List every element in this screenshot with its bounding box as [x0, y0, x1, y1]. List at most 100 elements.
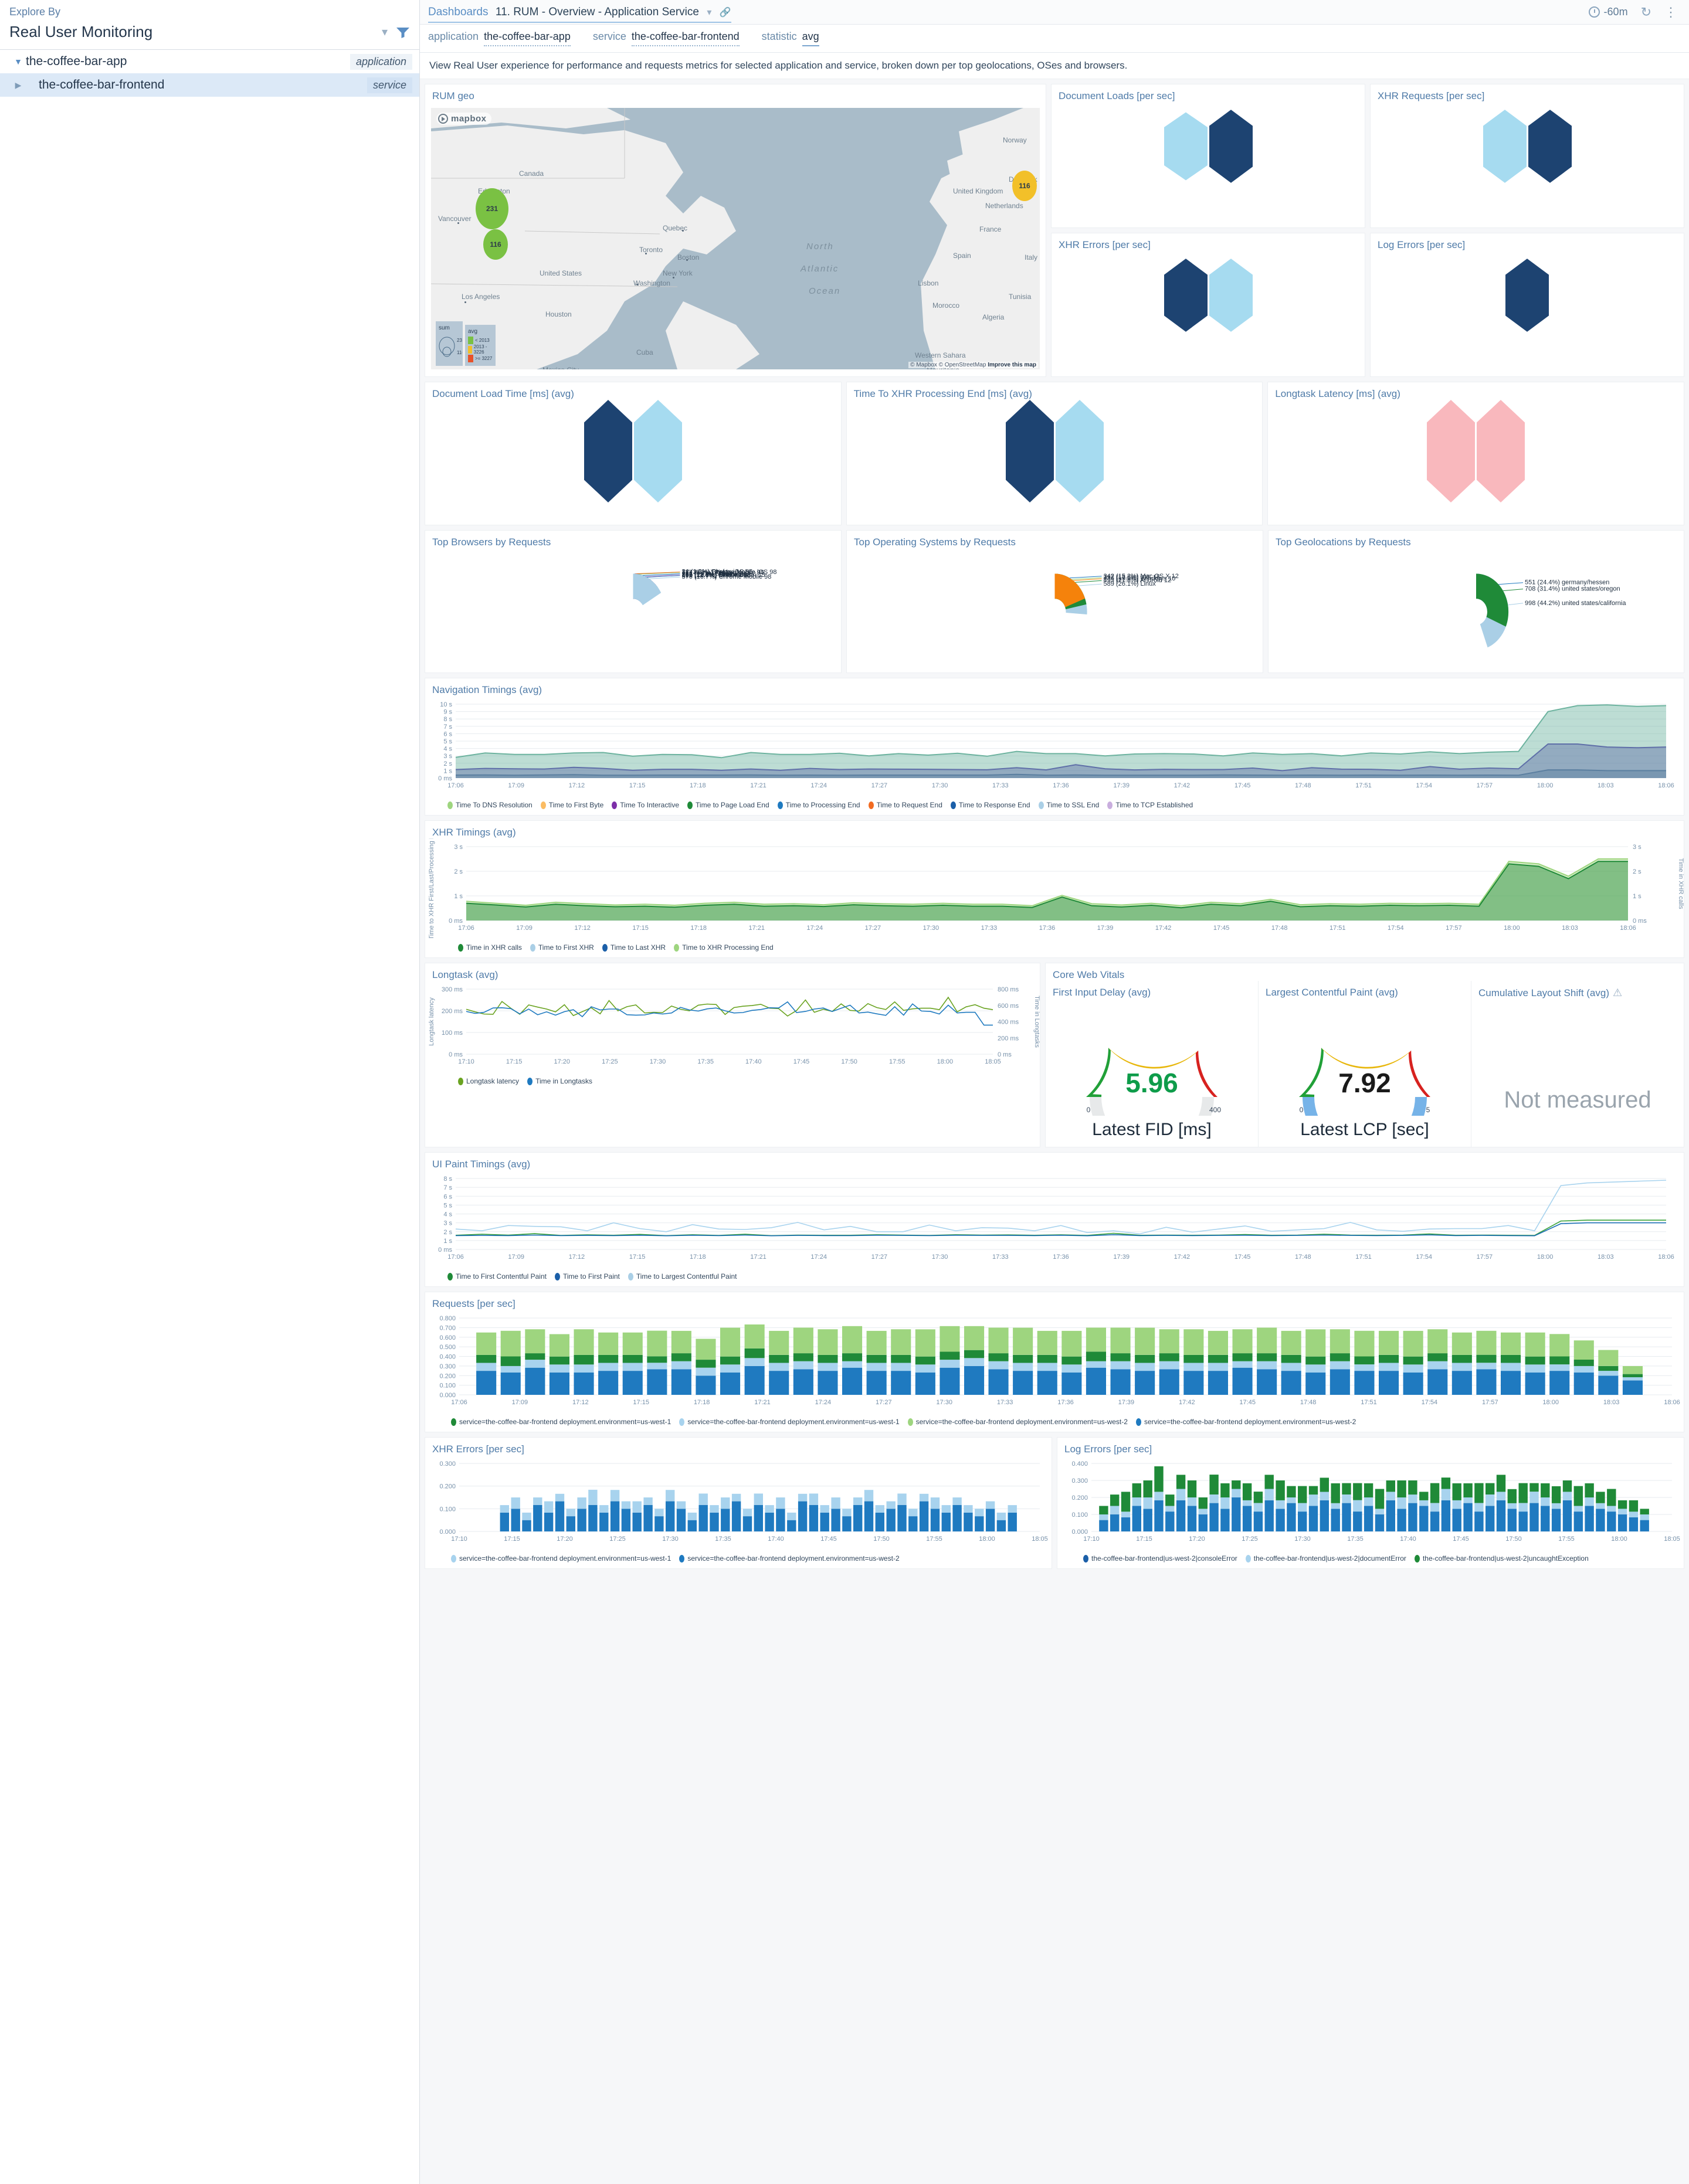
hexagon-group	[1052, 102, 1365, 190]
map-bubble[interactable]: 116	[483, 229, 508, 260]
svg-text:0.000: 0.000	[439, 1529, 456, 1536]
legend-item[interactable]: Time in XHR calls	[458, 943, 522, 952]
svg-text:17:55: 17:55	[1558, 1536, 1575, 1543]
map-bubble[interactable]: 116	[1012, 170, 1037, 202]
gauge-1[interactable]: Largest Contentful Paint (avg) 0 5 7.92 Late…	[1259, 981, 1471, 1159]
chart-plot[interactable]: 0.800 0.700 0.600 0.500 0.400 0.300 0.200 0.100…	[425, 1310, 1684, 1412]
link-icon[interactable]: 🔗	[720, 8, 731, 18]
chart-plot[interactable]: 300 ms 200 ms 100 ms 0 ms 800 ms 600 ms 400 ms…	[425, 981, 1040, 1072]
chevron-down-icon[interactable]: ▾	[374, 25, 396, 39]
requests-card[interactable]: Requests [per sec] 0.800 0.700 0.600 0.500 0.…	[425, 1292, 1684, 1432]
legend-item[interactable]: the-coffee-bar-frontend|us-west-2|docume…	[1245, 1554, 1406, 1563]
ui-paint-timings-card[interactable]: UI Paint Timings (avg) 8 s7 s 6 s 5 s 4 s 3 s…	[425, 1152, 1684, 1287]
legend-item[interactable]: Time to First XHR	[530, 943, 594, 952]
legend-item[interactable]: service=the-coffee-bar-frontend deployme…	[907, 1418, 1128, 1426]
legend-item[interactable]: Time to Last XHR	[602, 943, 666, 952]
legend-item[interactable]: Time to First Byte	[540, 801, 603, 809]
legend-item[interactable]: Longtask latency	[458, 1077, 519, 1085]
longtask-card[interactable]: Longtask (avg) 300 ms 200 ms 100 ms 0 ms 800 …	[425, 963, 1040, 1147]
legend-item[interactable]: Time to Processing End	[777, 801, 860, 809]
chart-plot[interactable]: 10 s9 s8 s7 s6 s5 s4 s3 s2 s1 s0 ms17:06…	[425, 696, 1684, 796]
legend-item[interactable]: Time to Response End	[950, 801, 1030, 809]
legend-item[interactable]: the-coffee-bar-frontend|us-west-2|uncaug…	[1414, 1554, 1589, 1563]
chevron-down-icon[interactable]: ▾	[707, 8, 711, 18]
document-loads-tile[interactable]: Document Loads [per sec]	[1051, 84, 1365, 228]
entity-selector[interactable]: Real User Monitoring ▾	[0, 21, 419, 49]
log-errors-card[interactable]: Log Errors [per sec] 0.400 0.300 0.200 0.100…	[1057, 1437, 1684, 1569]
legend-item[interactable]: Time to Request End	[868, 801, 942, 809]
funnel-icon[interactable]	[396, 26, 410, 38]
filter-application[interactable]: application the-coffee-bar-app	[428, 30, 571, 46]
svg-text:17:21: 17:21	[748, 925, 765, 932]
caret-right-icon[interactable]: ▶	[11, 80, 26, 90]
donut-chart[interactable]: 313 (13.9%) Chrome 93267 (11.8%) Firefox…	[425, 548, 841, 668]
top-os-card[interactable]: Top Operating Systems by Requests 342 (15…	[846, 530, 1263, 673]
xhr-requests-tile[interactable]: XHR Requests [per sec]	[1370, 84, 1684, 228]
legend-item[interactable]: service=the-coffee-bar-frontend deployme…	[679, 1554, 900, 1563]
legend-item[interactable]: Time to Largest Contentful Paint	[628, 1272, 737, 1280]
chart-plot[interactable]: 8 s7 s 6 s 5 s 4 s 3 s 2 s 1 s0 ms17:06 17:09 17…	[425, 1170, 1684, 1267]
legend-item[interactable]: Time to TCP Established	[1107, 801, 1193, 809]
breadcrumb[interactable]: Dashboards	[428, 6, 488, 18]
filter-statistic[interactable]: statistic avg	[762, 30, 819, 46]
gauge-0[interactable]: First Input Delay (avg) 0 400 5.96 Latest FI…	[1046, 981, 1259, 1159]
hexagon-group	[847, 400, 1263, 502]
legend-item[interactable]: service=the-coffee-bar-frontend deployme…	[451, 1554, 671, 1563]
legend-item[interactable]: Time in Longtasks	[527, 1077, 592, 1085]
gauge-2[interactable]: Cumulative Layout Shift (avg) ⚠ Not measur…	[1471, 981, 1684, 1147]
legend-item[interactable]: Time To Interactive	[612, 801, 679, 809]
xhr-errors-card[interactable]: XHR Errors [per sec] 0.300 0.200 0.100 0.000…	[425, 1437, 1052, 1569]
xhr-errors-tile[interactable]: XHR Errors [per sec]	[1051, 233, 1365, 377]
svg-text:300 ms: 300 ms	[442, 986, 463, 993]
svg-text:17:45: 17:45	[1453, 1536, 1469, 1543]
tree-item-the-coffee-bar-app[interactable]: ▼ the-coffee-bar-app application	[0, 50, 419, 73]
legend-item[interactable]: the-coffee-bar-frontend|us-west-2|consol…	[1083, 1554, 1237, 1563]
filter-value[interactable]: the-coffee-bar-app	[484, 30, 571, 46]
xhr-processing-end-tile[interactable]: Time To XHR Processing End [ms] (avg)	[846, 382, 1263, 525]
map-city-dot	[686, 259, 688, 261]
chart-title: Top Browsers by Requests	[432, 536, 551, 548]
chart-plot[interactable]: 0.400 0.300 0.200 0.100 0.00017:10 17:15 17:20…	[1057, 1455, 1684, 1549]
legend-item[interactable]: service=the-coffee-bar-frontend deployme…	[451, 1418, 671, 1426]
navigation-timings-card[interactable]: Navigation Timings (avg) 10 s9 s8 s7 s6 s…	[425, 678, 1684, 816]
filter-value[interactable]: the-coffee-bar-frontend	[631, 30, 740, 46]
legend-swatch	[527, 1077, 533, 1085]
top-browsers-card[interactable]: Top Browsers by Requests 313 (13.9%) Chro…	[425, 530, 842, 673]
time-range-selector[interactable]: -60m	[1588, 6, 1628, 18]
legend-item[interactable]: Time to XHR Processing End	[674, 943, 774, 952]
legend-swatch	[602, 943, 608, 952]
legend-item: < 2013	[468, 337, 493, 344]
refresh-icon[interactable]: ↻	[1641, 5, 1651, 20]
svg-text:400 ms: 400 ms	[998, 1019, 1019, 1026]
svg-text:17:30: 17:30	[662, 1536, 679, 1543]
legend-item[interactable]: Time To DNS Resolution	[447, 801, 533, 809]
legend-item[interactable]: Time to First Contentful Paint	[447, 1272, 547, 1280]
filter-service[interactable]: service the-coffee-bar-frontend	[593, 30, 740, 46]
xhr-timings-card[interactable]: XHR Timings (avg) 3 s 2 s 1 s 0 ms 3 s 2 s 1 s 0…	[425, 820, 1684, 958]
donut-chart[interactable]: 551 (24.4%) germany/hessen998 (44.2%) un…	[1269, 548, 1684, 668]
log-errors-tile[interactable]: Log Errors [per sec]	[1370, 233, 1684, 377]
tree-item-the-coffee-bar-frontend[interactable]: ▶ the-coffee-bar-frontend service	[0, 73, 419, 97]
legend-item[interactable]: Time to SSL End	[1038, 801, 1099, 809]
kebab-menu-icon[interactable]: ⋮	[1664, 5, 1677, 18]
geo-map[interactable]: mapboxCanadaEdmontonCalgaryVancouverQueb…	[431, 108, 1040, 369]
svg-text:4 s: 4 s	[443, 1211, 452, 1218]
filter-key: application	[428, 30, 479, 42]
donut-chart[interactable]: 342 (15.2%) Mac OS X 12589 (26.1%) Linux…	[847, 548, 1263, 668]
longtask-latency-tile[interactable]: Longtask Latency [ms] (avg)	[1267, 382, 1685, 525]
document-load-time-tile[interactable]: Document Load Time [ms] (avg)	[425, 382, 842, 525]
svg-text:17:40: 17:40	[1400, 1536, 1416, 1543]
map-bubble[interactable]: 231	[476, 188, 508, 229]
filter-value[interactable]: avg	[802, 30, 819, 46]
map-attribution[interactable]: © Mapbox © OpenStreetMap Improve this ma…	[908, 362, 1038, 368]
dashboard-title-group[interactable]: Dashboards 11. RUM - Overview - Applicat…	[428, 6, 731, 23]
chart-plot[interactable]: 0.300 0.200 0.100 0.00017:10 17:15 17:20 17:25…	[425, 1455, 1052, 1549]
legend-item[interactable]: service=the-coffee-bar-frontend deployme…	[679, 1418, 900, 1426]
legend-item[interactable]: Time to Page Load End	[687, 801, 769, 809]
legend-item[interactable]: Time to First Paint	[554, 1272, 620, 1280]
top-geolocations-card[interactable]: Top Geolocations by Requests 551 (24.4%) …	[1268, 530, 1684, 673]
legend-item[interactable]: service=the-coffee-bar-frontend deployme…	[1135, 1418, 1356, 1426]
legend-swatch	[451, 1418, 456, 1426]
chart-plot[interactable]: 3 s2 s1 s0 ms3 s2 s1 s0 ms17:06 17:09 17:1…	[425, 828, 1684, 940]
caret-down-icon[interactable]: ▼	[11, 57, 26, 66]
